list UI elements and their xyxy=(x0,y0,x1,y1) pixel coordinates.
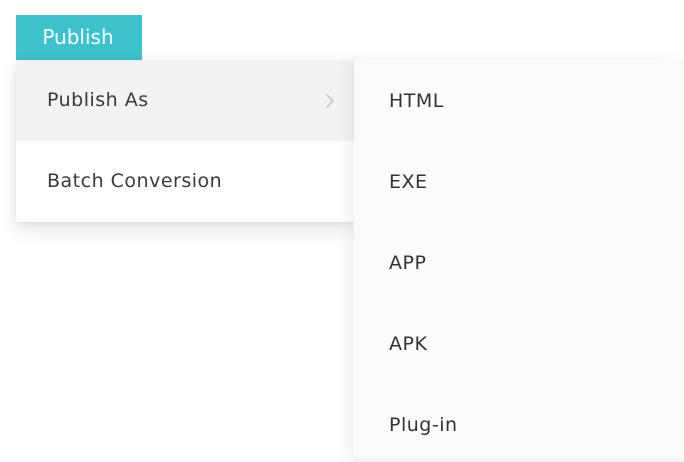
submenu-item-plug-in[interactable]: Plug-in xyxy=(354,385,684,462)
submenu-item-exe[interactable]: EXE xyxy=(354,142,684,223)
publish-dropdown-menu: Publish As Batch Conversion xyxy=(16,60,354,222)
submenu-item-app[interactable]: APP xyxy=(354,223,684,304)
menu-item-publish-as[interactable]: Publish As xyxy=(16,60,354,141)
chevron-right-icon xyxy=(323,92,337,110)
publish-as-submenu: HTML EXE APP APK Plug-in xyxy=(354,60,684,462)
publish-button[interactable]: Publish xyxy=(16,15,142,60)
submenu-item-html[interactable]: HTML xyxy=(354,61,684,142)
menu-item-batch-conversion-label: Batch Conversion xyxy=(47,170,223,192)
submenu-item-apk[interactable]: APK xyxy=(354,304,684,385)
menu-item-publish-as-label: Publish As xyxy=(47,89,149,111)
menu-item-batch-conversion[interactable]: Batch Conversion xyxy=(16,141,354,222)
submenu-bottom-fade xyxy=(354,456,684,462)
